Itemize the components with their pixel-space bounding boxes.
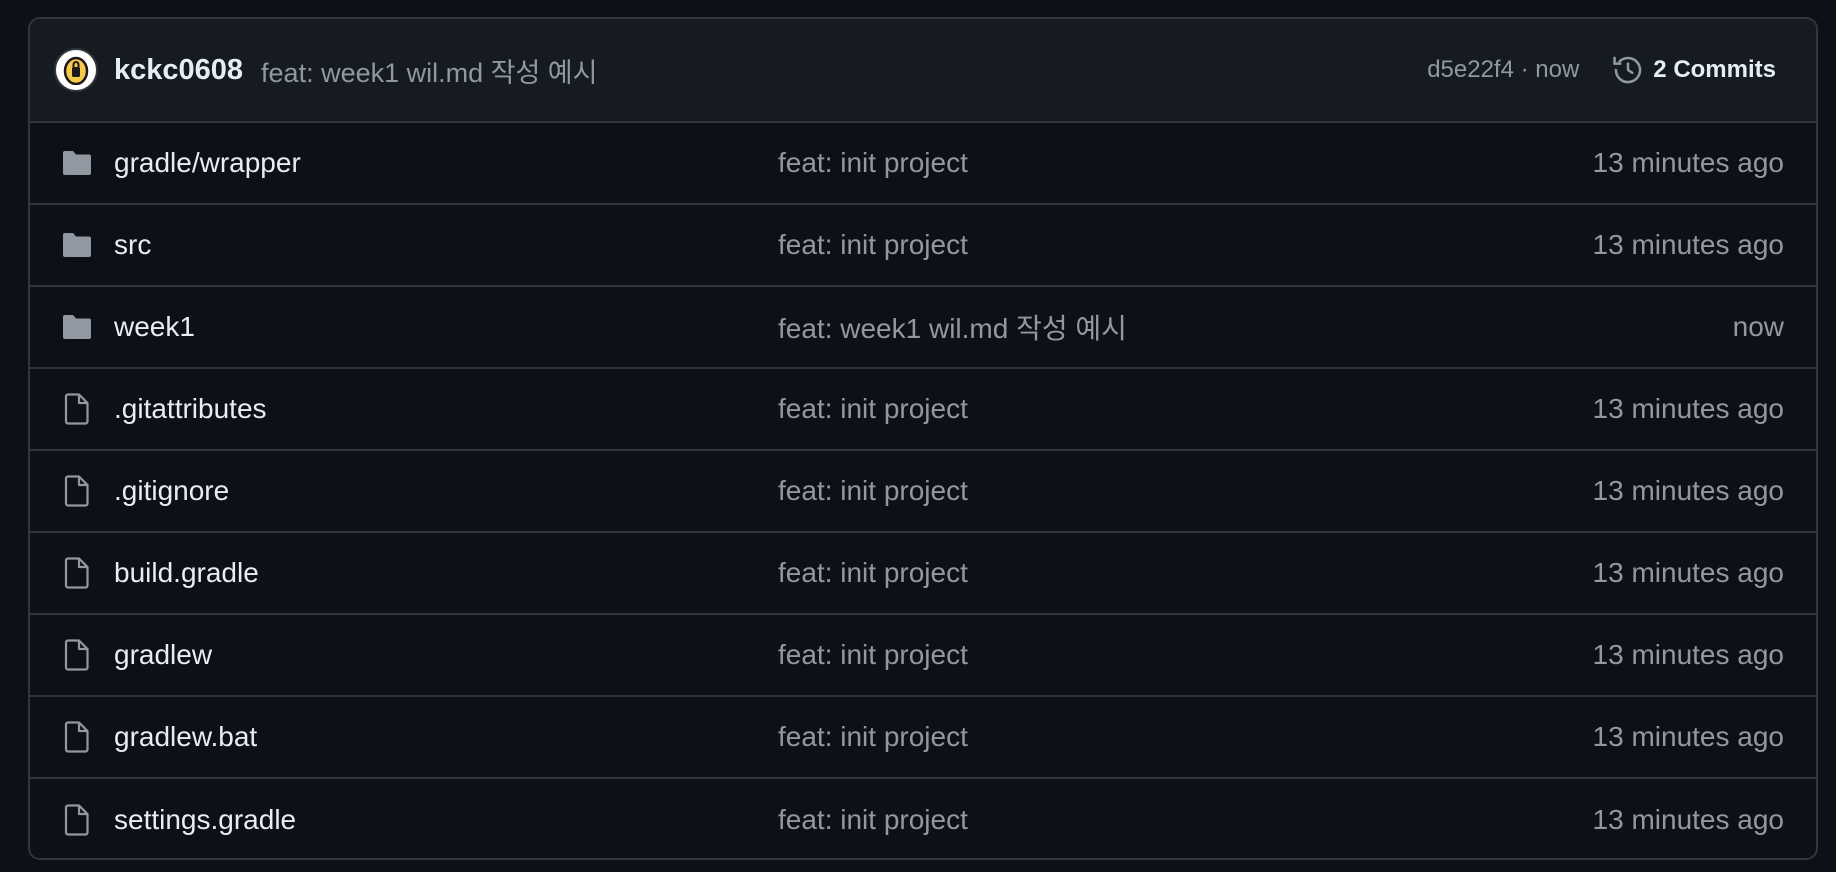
latest-commit-header: kckc0608 feat: week1 wil.md 작성 예시 d5e22f… [30, 19, 1816, 123]
file-commit-message-link[interactable]: feat: week1 wil.md 작성 예시 [778, 307, 1127, 347]
file-commit-time: 13 minutes ago [1592, 475, 1784, 506]
file-commit-message-link[interactable]: feat: init project [778, 229, 968, 261]
commits-link[interactable]: 2 Commits [1611, 53, 1776, 87]
file-row[interactable]: .gitignore feat: init project 13 minutes a… [30, 451, 1816, 533]
file-row[interactable]: week1 feat: week1 wil.md 작성 예시 now [30, 287, 1816, 369]
file-row[interactable]: gradle/wrapper feat: init project 13 minut… [30, 123, 1816, 205]
avatar-icon [63, 56, 89, 85]
commit-meta: d5e22f4 · now 2 Commits [1427, 19, 1776, 121]
history-icon [1613, 56, 1642, 84]
file-commit-message-link[interactable]: feat: init project [778, 557, 968, 589]
file-icon [60, 556, 94, 590]
file-commit-time: 13 minutes ago [1592, 721, 1784, 752]
file-name-link[interactable]: .gitignore [114, 475, 229, 507]
file-list: gradle/wrapper feat: init project 13 minut… [30, 123, 1816, 858]
file-icon [60, 803, 94, 837]
file-commit-time: 13 minutes ago [1592, 229, 1784, 260]
file-icon [60, 474, 94, 508]
file-row[interactable]: gradlew.bat feat: init project 13 minutes … [30, 697, 1816, 779]
file-name-link[interactable]: gradle/wrapper [114, 147, 301, 179]
commits-count-label: 2 Commits [1653, 56, 1776, 83]
file-commit-time: 13 minutes ago [1592, 639, 1784, 670]
file-name-link[interactable]: settings.gradle [114, 804, 296, 836]
file-name-link[interactable]: week1 [114, 311, 195, 343]
file-name-link[interactable]: .gitattributes [114, 393, 267, 425]
file-commit-message-link[interactable]: feat: init project [778, 147, 968, 179]
folder-icon [60, 310, 94, 344]
file-name-link[interactable]: gradlew [114, 639, 212, 671]
file-row[interactable]: settings.gradle feat: init project 13 minu… [30, 779, 1816, 858]
file-row[interactable]: gradlew feat: init project 13 minutes ago [30, 615, 1816, 697]
author-avatar[interactable] [54, 48, 98, 92]
file-commit-message-link[interactable]: feat: init project [778, 721, 968, 753]
file-row[interactable]: .gitattributes feat: init project 13 minut… [30, 369, 1816, 451]
file-commit-time: 13 minutes ago [1592, 393, 1784, 424]
file-commit-message-link[interactable]: feat: init project [778, 804, 968, 836]
commit-author[interactable]: kckc0608 [114, 54, 243, 87]
file-icon [60, 392, 94, 426]
file-commit-message-link[interactable]: feat: init project [778, 639, 968, 671]
file-commit-time: 13 minutes ago [1592, 147, 1784, 178]
file-commit-message-link[interactable]: feat: init project [778, 475, 968, 507]
latest-commit-message[interactable]: feat: week1 wil.md 작성 예시 [261, 51, 597, 90]
file-name-link[interactable]: src [114, 229, 151, 261]
file-commit-time: 13 minutes ago [1592, 557, 1784, 588]
file-icon [60, 720, 94, 754]
file-name-link[interactable]: build.gradle [114, 557, 259, 589]
file-icon [60, 638, 94, 672]
file-commit-time: 13 minutes ago [1592, 804, 1784, 835]
file-name-link[interactable]: gradlew.bat [114, 721, 257, 753]
commit-sha-time[interactable]: d5e22f4 · now [1427, 56, 1579, 84]
file-row[interactable]: src feat: init project 13 minutes ago [30, 205, 1816, 287]
file-browser-panel: kckc0608 feat: week1 wil.md 작성 예시 d5e22f… [28, 17, 1818, 860]
folder-icon [60, 228, 94, 262]
file-commit-time: now [1732, 311, 1784, 342]
folder-icon [60, 146, 94, 180]
file-commit-message-link[interactable]: feat: init project [778, 393, 968, 425]
file-row[interactable]: build.gradle feat: init project 13 minutes… [30, 533, 1816, 615]
